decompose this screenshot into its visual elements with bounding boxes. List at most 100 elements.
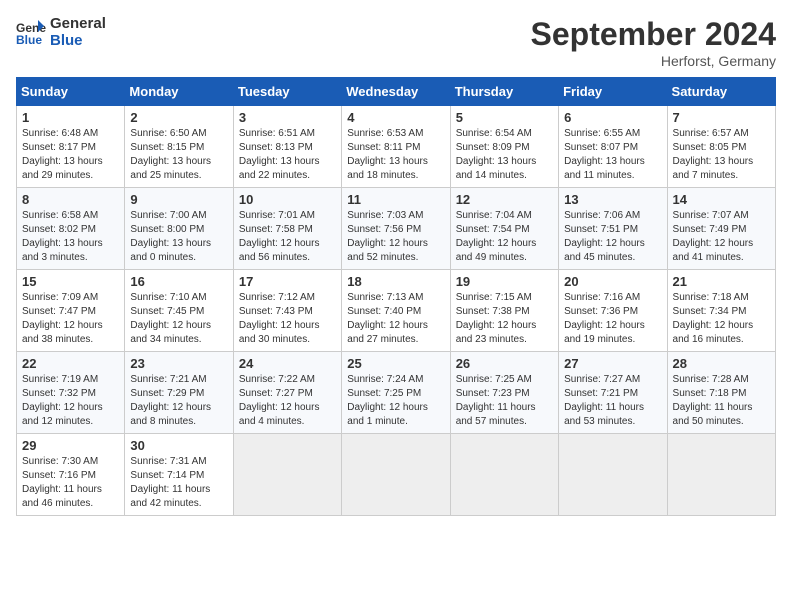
calendar-day-19: 19 Sunrise: 7:15 AMSunset: 7:38 PMDayligh… <box>450 270 558 352</box>
day-number: 18 <box>347 274 444 289</box>
calendar-day-6: 6 Sunrise: 6:55 AMSunset: 8:07 PMDaylight… <box>559 106 667 188</box>
day-number: 7 <box>673 110 770 125</box>
calendar-header: SundayMondayTuesdayWednesdayThursdayFrid… <box>17 78 776 106</box>
calendar-day-3: 3Sunrise: 6:51 AMSunset: 8:13 PMDaylight… <box>233 106 341 188</box>
day-number: 29 <box>22 438 119 453</box>
day-info: Sunrise: 7:03 AMSunset: 7:56 PMDaylight:… <box>347 209 444 265</box>
header-thursday: Thursday <box>450 78 558 106</box>
day-info: Sunrise: 6:51 AMSunset: 8:13 PMDaylight:… <box>239 127 336 183</box>
calendar-day-4: 4Sunrise: 6:53 AMSunset: 8:11 PMDaylight… <box>342 106 450 188</box>
day-number: 4 <box>347 110 444 125</box>
day-info: Sunrise: 6:57 AMSunset: 8:05 PMDaylight:… <box>673 127 770 183</box>
header-friday: Friday <box>559 78 667 106</box>
day-number: 22 <box>22 356 119 371</box>
day-number: 1 <box>22 110 119 125</box>
day-number: 19 <box>456 274 553 289</box>
calendar-day-9: 9 Sunrise: 7:00 AMSunset: 8:00 PMDaylight… <box>125 188 233 270</box>
day-number: 26 <box>456 356 553 371</box>
empty-cell <box>667 434 775 516</box>
header-saturday: Saturday <box>667 78 775 106</box>
calendar-day-21: 21 Sunrise: 7:18 AMSunset: 7:34 PMDayligh… <box>667 270 775 352</box>
day-number: 23 <box>130 356 227 371</box>
day-info: Sunrise: 6:54 AMSunset: 8:09 PMDaylight:… <box>456 127 553 183</box>
calendar-day-15: 15Sunrise: 7:09 AMSunset: 7:47 PMDayligh… <box>17 270 125 352</box>
day-number: 16 <box>130 274 227 289</box>
day-info: Sunrise: 7:06 AMSunset: 7:51 PMDaylight:… <box>564 209 661 265</box>
header-wednesday: Wednesday <box>342 78 450 106</box>
calendar-day-25: 25 Sunrise: 7:24 AMSunset: 7:25 PMDayligh… <box>342 352 450 434</box>
empty-cell <box>342 434 450 516</box>
day-number: 15 <box>22 274 119 289</box>
day-info: Sunrise: 7:04 AMSunset: 7:54 PMDaylight:… <box>456 209 553 265</box>
calendar-day-7: 7 Sunrise: 6:57 AMSunset: 8:05 PMDaylight… <box>667 106 775 188</box>
calendar-table: SundayMondayTuesdayWednesdayThursdayFrid… <box>16 77 776 516</box>
day-info: Sunrise: 7:22 AMSunset: 7:27 PMDaylight:… <box>239 373 336 429</box>
day-info: Sunrise: 7:00 AMSunset: 8:00 PMDaylight:… <box>130 209 227 265</box>
calendar-title-area: September 2024 Herforst, Germany <box>531 16 776 69</box>
calendar-week-4: 22 Sunrise: 7:19 AMSunset: 7:32 PMDayligh… <box>17 352 776 434</box>
header-sunday: Sunday <box>17 78 125 106</box>
logo-line1: General <box>50 16 106 33</box>
calendar-day-13: 13 Sunrise: 7:06 AMSunset: 7:51 PMDayligh… <box>559 188 667 270</box>
empty-cell <box>559 434 667 516</box>
calendar-day-10: 10Sunrise: 7:01 AMSunset: 7:58 PMDayligh… <box>233 188 341 270</box>
day-info: Sunrise: 7:16 AMSunset: 7:36 PMDaylight:… <box>564 291 661 347</box>
day-number: 12 <box>456 192 553 207</box>
day-number: 17 <box>239 274 336 289</box>
day-number: 2 <box>130 110 227 125</box>
calendar-day-20: 20Sunrise: 7:16 AMSunset: 7:36 PMDayligh… <box>559 270 667 352</box>
calendar-day-24: 24 Sunrise: 7:22 AMSunset: 7:27 PMDayligh… <box>233 352 341 434</box>
day-info: Sunrise: 7:28 AMSunset: 7:18 PMDaylight:… <box>673 373 770 429</box>
empty-cell <box>233 434 341 516</box>
calendar-week-5: 29 Sunrise: 7:30 AMSunset: 7:16 PMDayligh… <box>17 434 776 516</box>
calendar-day-11: 11Sunrise: 7:03 AMSunset: 7:56 PMDayligh… <box>342 188 450 270</box>
day-info: Sunrise: 6:48 AMSunset: 8:17 PMDaylight:… <box>22 127 119 183</box>
calendar-body: 1 Sunrise: 6:48 AMSunset: 8:17 PMDaylight… <box>17 106 776 516</box>
calendar-day-23: 23Sunrise: 7:21 AMSunset: 7:29 PMDayligh… <box>125 352 233 434</box>
day-info: Sunrise: 7:12 AMSunset: 7:43 PMDaylight:… <box>239 291 336 347</box>
calendar-week-3: 15Sunrise: 7:09 AMSunset: 7:47 PMDayligh… <box>17 270 776 352</box>
month-title: September 2024 <box>531 16 776 53</box>
day-number: 27 <box>564 356 661 371</box>
day-number: 14 <box>673 192 770 207</box>
day-info: Sunrise: 7:13 AMSunset: 7:40 PMDaylight:… <box>347 291 444 347</box>
day-info: Sunrise: 7:27 AMSunset: 7:21 PMDaylight:… <box>564 373 661 429</box>
calendar-day-1: 1 Sunrise: 6:48 AMSunset: 8:17 PMDaylight… <box>17 106 125 188</box>
calendar-day-5: 5 Sunrise: 6:54 AMSunset: 8:09 PMDaylight… <box>450 106 558 188</box>
day-info: Sunrise: 6:58 AMSunset: 8:02 PMDaylight:… <box>22 209 119 265</box>
header-tuesday: Tuesday <box>233 78 341 106</box>
calendar-day-26: 26Sunrise: 7:25 AMSunset: 7:23 PMDayligh… <box>450 352 558 434</box>
day-info: Sunrise: 7:01 AMSunset: 7:58 PMDaylight:… <box>239 209 336 265</box>
day-number: 28 <box>673 356 770 371</box>
calendar-day-29: 29 Sunrise: 7:30 AMSunset: 7:16 PMDayligh… <box>17 434 125 516</box>
header-monday: Monday <box>125 78 233 106</box>
day-info: Sunrise: 7:30 AMSunset: 7:16 PMDaylight:… <box>22 455 119 511</box>
day-number: 6 <box>564 110 661 125</box>
day-info: Sunrise: 7:18 AMSunset: 7:34 PMDaylight:… <box>673 291 770 347</box>
calendar-day-8: 8 Sunrise: 6:58 AMSunset: 8:02 PMDaylight… <box>17 188 125 270</box>
day-number: 21 <box>673 274 770 289</box>
day-number: 8 <box>22 192 119 207</box>
calendar-day-27: 27 Sunrise: 7:27 AMSunset: 7:21 PMDayligh… <box>559 352 667 434</box>
calendar-day-28: 28 Sunrise: 7:28 AMSunset: 7:18 PMDayligh… <box>667 352 775 434</box>
day-info: Sunrise: 7:31 AMSunset: 7:14 PMDaylight:… <box>130 455 227 511</box>
day-number: 9 <box>130 192 227 207</box>
day-info: Sunrise: 7:19 AMSunset: 7:32 PMDaylight:… <box>22 373 119 429</box>
calendar-day-22: 22 Sunrise: 7:19 AMSunset: 7:32 PMDayligh… <box>17 352 125 434</box>
calendar-week-1: 1 Sunrise: 6:48 AMSunset: 8:17 PMDaylight… <box>17 106 776 188</box>
calendar-day-2: 2Sunrise: 6:50 AMSunset: 8:15 PMDaylight… <box>125 106 233 188</box>
day-number: 24 <box>239 356 336 371</box>
page-header: General Blue General Blue September 2024… <box>16 16 776 69</box>
logo: General Blue General Blue <box>16 16 106 49</box>
calendar-day-16: 16Sunrise: 7:10 AMSunset: 7:45 PMDayligh… <box>125 270 233 352</box>
calendar-day-14: 14Sunrise: 7:07 AMSunset: 7:49 PMDayligh… <box>667 188 775 270</box>
day-info: Sunrise: 6:55 AMSunset: 8:07 PMDaylight:… <box>564 127 661 183</box>
day-info: Sunrise: 7:15 AMSunset: 7:38 PMDaylight:… <box>456 291 553 347</box>
day-number: 5 <box>456 110 553 125</box>
day-number: 25 <box>347 356 444 371</box>
calendar-day-30: 30Sunrise: 7:31 AMSunset: 7:14 PMDayligh… <box>125 434 233 516</box>
day-number: 13 <box>564 192 661 207</box>
empty-cell <box>450 434 558 516</box>
day-info: Sunrise: 7:24 AMSunset: 7:25 PMDaylight:… <box>347 373 444 429</box>
calendar-day-18: 18 Sunrise: 7:13 AMSunset: 7:40 PMDayligh… <box>342 270 450 352</box>
